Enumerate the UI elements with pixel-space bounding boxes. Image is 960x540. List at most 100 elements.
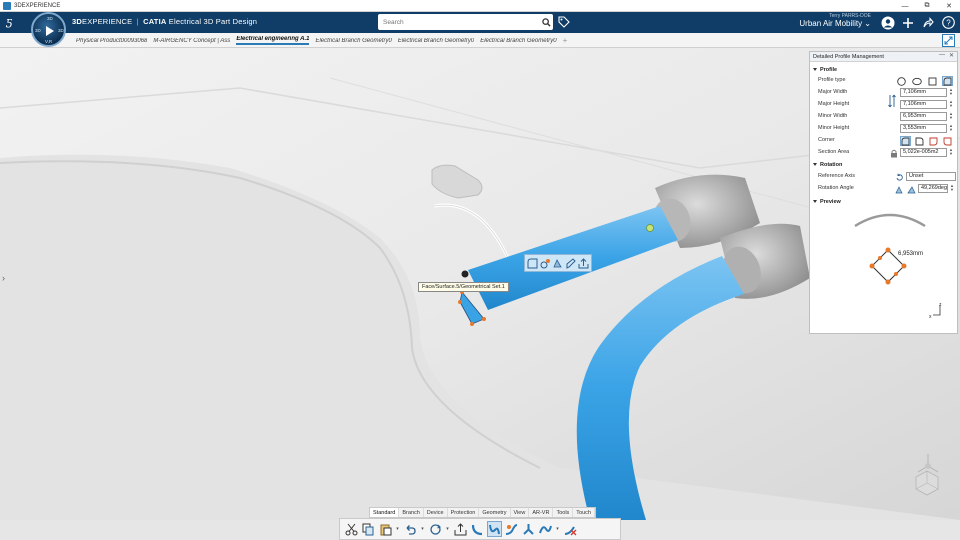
panel-header: Detailed Profile Management — ✕ [810,52,957,62]
minor-width-field[interactable]: 6,953mm [900,112,947,121]
ellipse-profile-icon[interactable] [911,76,922,86]
copy-icon[interactable] [361,521,376,537]
reset-axis-icon[interactable] [894,172,904,182]
circle-profile-icon[interactable] [896,76,907,86]
export-icon[interactable] [577,256,589,270]
undo-dropdown-icon[interactable]: ▾ [420,521,425,537]
branch-point-icon[interactable] [521,521,536,537]
tab-branch-geometry-1[interactable]: Electrical Branch Geometry0 [315,38,391,44]
preview-section-header[interactable]: Preview [813,199,841,205]
tag-icon[interactable] [558,16,570,28]
reference-axis-label: Reference Axis [818,173,855,179]
brand-role: Electrical 3D Part Design [168,17,258,26]
search-box[interactable] [378,14,553,30]
rotation-angle-label: Rotation Angle [818,185,854,191]
rotate-profile-icon[interactable] [552,256,564,270]
minor-width-spinner-icon[interactable]: ▲ ▼ [948,112,954,121]
paste-dropdown-icon[interactable]: ▾ [395,521,400,537]
flexible-curve-icon[interactable] [538,521,553,537]
corner-round-icon[interactable] [900,136,911,146]
chevron-right-icon[interactable]: › [2,273,5,283]
share-icon[interactable] [920,15,936,30]
remove-route-icon[interactable] [563,521,578,537]
update-dropdown-icon[interactable]: ▾ [445,521,450,537]
tab-physical-product[interactable]: Physical Product00093068 [76,38,147,44]
update-icon[interactable] [428,521,443,537]
rectangle-profile-icon[interactable] [927,76,938,86]
rotate-right-icon[interactable] [906,184,916,194]
window-title-bar: 3DEXPERIENCE — ⧉ ✕ [0,0,960,12]
branch-route-icon[interactable] [470,521,485,537]
tab-protection[interactable]: Protection [448,508,480,517]
preview-axis-x: x [929,314,932,320]
action-bar: Standard Branch Device Protection Geomet… [0,507,960,540]
restore-button[interactable]: ⧉ [916,0,938,12]
paste-icon[interactable] [378,521,393,537]
corner-bottom-icon[interactable] [928,136,939,146]
play-icon[interactable] [46,26,54,36]
top-bar: ƽ 3DEXPERIENCE | CATIA Electrical 3D Par… [0,12,960,33]
minimize-panel-icon[interactable]: — [939,52,945,59]
major-height-spinner-icon[interactable]: ▲ ▼ [948,100,954,109]
document-tabs: Physical Product00093068 M-AIRGENCY Conc… [76,33,567,48]
undo-icon[interactable] [403,521,418,537]
rotation-angle-field[interactable]: 49,269deg [918,184,948,193]
export-icon[interactable] [453,521,468,537]
tab-view[interactable]: View [511,508,530,517]
corner-label: Corner [818,137,835,143]
rounded-profile-icon[interactable] [942,76,953,86]
close-panel-icon[interactable]: ✕ [949,52,954,59]
sweep-profile-icon[interactable] [527,256,539,270]
corner-top-right-icon[interactable] [914,136,925,146]
tab-touch[interactable]: Touch [573,508,595,517]
view-cube-icon[interactable] [912,468,942,498]
search-icon[interactable] [539,15,553,29]
corner-bottom-left-icon[interactable] [942,136,953,146]
cut-icon[interactable] [344,521,359,537]
bundle-segment-icon[interactable] [504,521,519,537]
section-area-spinner-icon[interactable]: ▲ ▼ [948,148,954,157]
tab-geometry[interactable]: Geometry [479,508,511,517]
major-height-field[interactable]: 7,106mm [900,100,947,109]
user-avatar-icon[interactable] [880,15,896,30]
rotation-section-header[interactable]: Rotation [813,162,842,168]
tab-electrical-engineering[interactable]: Electrical engineering A.1 [236,36,310,45]
tab-tools[interactable]: Tools [553,508,574,517]
major-width-field[interactable]: 7,106mm [900,88,947,97]
ds-logo-icon[interactable]: ƽ [6,15,12,28]
minor-height-spinner-icon[interactable]: ▲ ▼ [948,124,954,133]
detailed-profile-panel: Detailed Profile Management — ✕ Profile P… [809,51,958,334]
tab-device[interactable]: Device [424,508,448,517]
add-icon[interactable] [900,15,916,30]
rotate-left-icon[interactable] [894,184,904,194]
tab-standard[interactable]: Standard [370,508,400,517]
point-select-icon[interactable] [540,256,552,270]
section-area-field[interactable]: 5,022e-005m2 [900,148,947,157]
expand-icon[interactable] [942,34,955,47]
tab-branch-geometry-2[interactable]: Electrical Branch Geometry0 [398,38,474,44]
major-width-label: Major Width [818,89,848,95]
tab-m-airgency-concept[interactable]: M-AIRGENCY Concept | Ass [153,38,230,44]
rotation-angle-spinner-icon[interactable]: ▲ ▼ [949,184,955,193]
close-button[interactable]: ✕ [938,0,960,12]
tab-branch-geometry-3[interactable]: Electrical Branch Geometry0 [480,38,556,44]
minimize-button[interactable]: — [894,0,916,12]
user-info[interactable]: Terry PARRS-DOE Urban Air Mobility ⌄ [799,13,871,28]
compass-label-bottom: V,R [45,39,53,44]
reference-axis-field[interactable]: Unset [906,172,956,181]
help-icon[interactable]: ? [940,15,956,30]
tab-branch[interactable]: Branch [399,508,424,517]
add-tab-icon[interactable]: + [563,36,568,45]
link-dimensions-icon[interactable] [887,93,897,109]
lock-icon[interactable] [889,148,899,158]
profile-section-header[interactable]: Profile [813,67,837,73]
collab-space[interactable]: Urban Air Mobility ⌄ [799,19,871,28]
minor-height-field[interactable]: 3,553mm [900,124,947,133]
branch-definition-icon[interactable] [487,521,502,537]
major-width-spinner-icon[interactable]: ▲ ▼ [948,88,954,97]
compass-widget[interactable]: 3D 3D 3D V,R [31,12,66,47]
search-input[interactable] [378,18,539,26]
edit-profile-icon[interactable] [565,256,577,270]
curve-dropdown-icon[interactable]: ▾ [555,521,560,537]
tab-ar-vr[interactable]: AR-VR [529,508,554,517]
